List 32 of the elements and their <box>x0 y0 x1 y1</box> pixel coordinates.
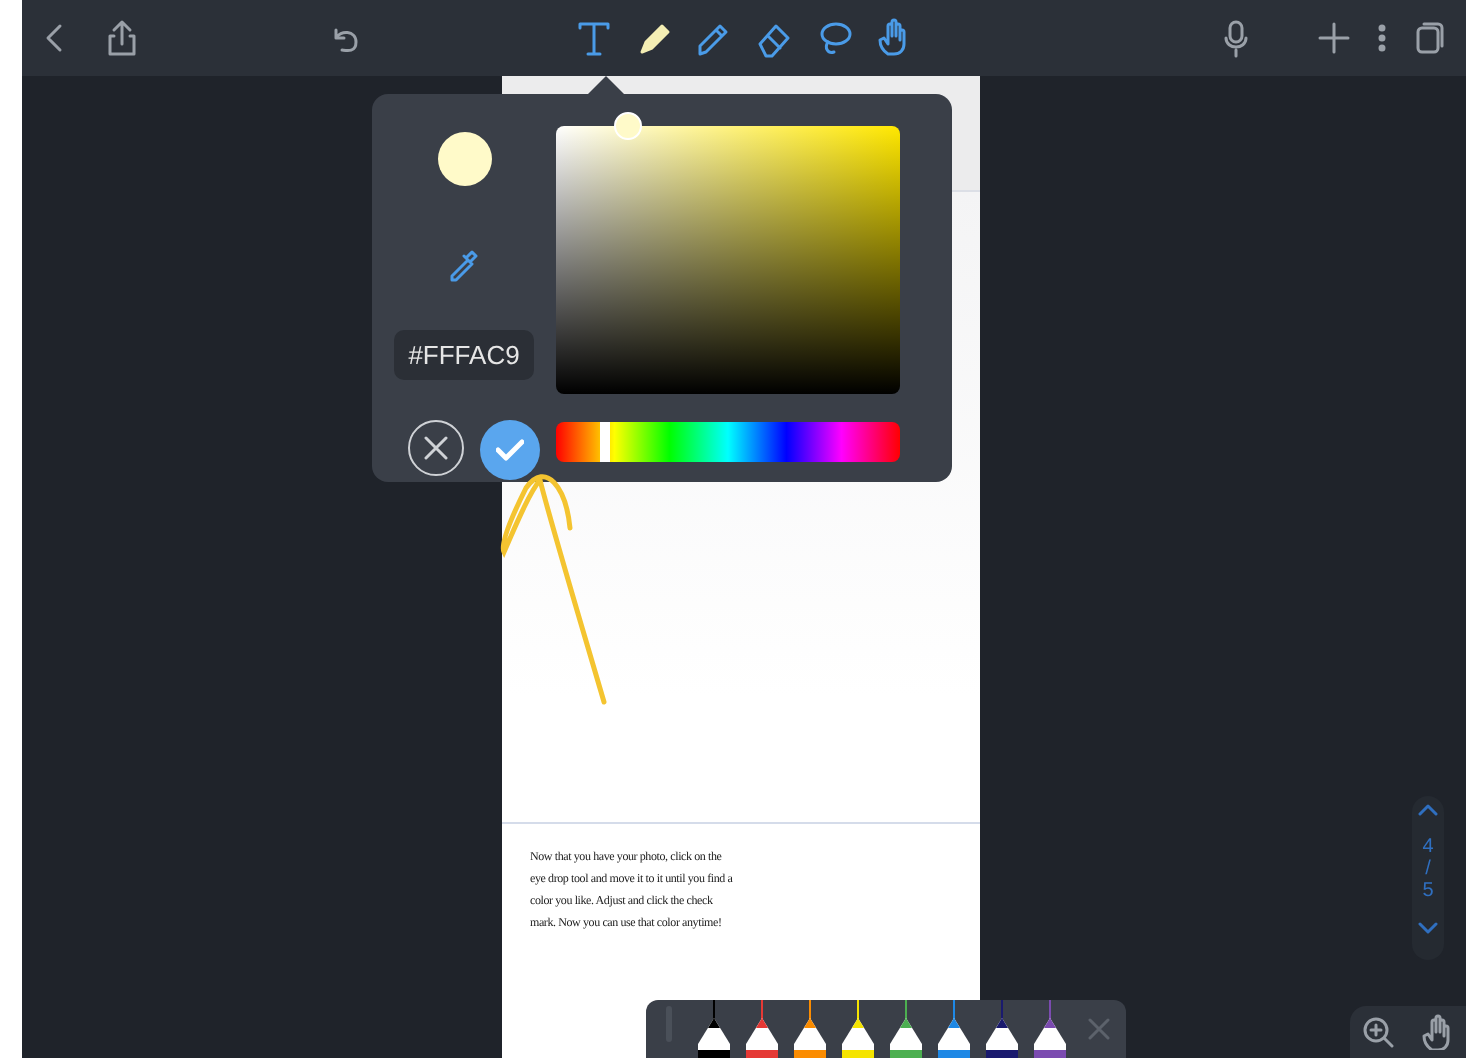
more-icon[interactable] <box>1378 22 1386 54</box>
hue-thumb[interactable] <box>600 422 611 462</box>
pen[interactable] <box>888 1000 924 1058</box>
pages-icon[interactable] <box>1414 20 1446 56</box>
pen[interactable] <box>984 1000 1020 1058</box>
pen[interactable] <box>696 1000 732 1058</box>
pen[interactable] <box>936 1000 972 1058</box>
back-icon[interactable] <box>42 20 66 56</box>
hue-slider[interactable] <box>556 422 900 462</box>
close-icon <box>424 436 448 460</box>
pen[interactable] <box>840 1000 876 1058</box>
plus-icon[interactable] <box>1318 22 1350 54</box>
current-page: 4 <box>1422 836 1434 858</box>
pen[interactable] <box>1032 1000 1068 1058</box>
share-icon[interactable] <box>106 18 138 58</box>
zoom-in-icon[interactable] <box>1362 1016 1394 1048</box>
microphone-icon[interactable] <box>1222 18 1250 58</box>
total-pages: 5 <box>1422 880 1434 902</box>
page-separator: / <box>1425 858 1431 880</box>
eyedropper-icon[interactable] <box>446 246 482 282</box>
color-field[interactable] <box>556 126 900 394</box>
check-icon <box>496 438 524 462</box>
hand-icon[interactable] <box>1418 1014 1454 1050</box>
chevron-down-icon[interactable] <box>1418 922 1438 934</box>
pen[interactable] <box>744 1000 780 1058</box>
cancel-button[interactable] <box>408 420 464 476</box>
color-handle[interactable] <box>614 112 643 140</box>
hex-value[interactable]: #FFFAC9 <box>394 330 534 380</box>
pen[interactable] <box>792 1000 828 1058</box>
confirm-button[interactable] <box>480 420 540 480</box>
text-tool-icon[interactable] <box>574 18 614 58</box>
chevron-up-icon[interactable] <box>1418 804 1438 816</box>
